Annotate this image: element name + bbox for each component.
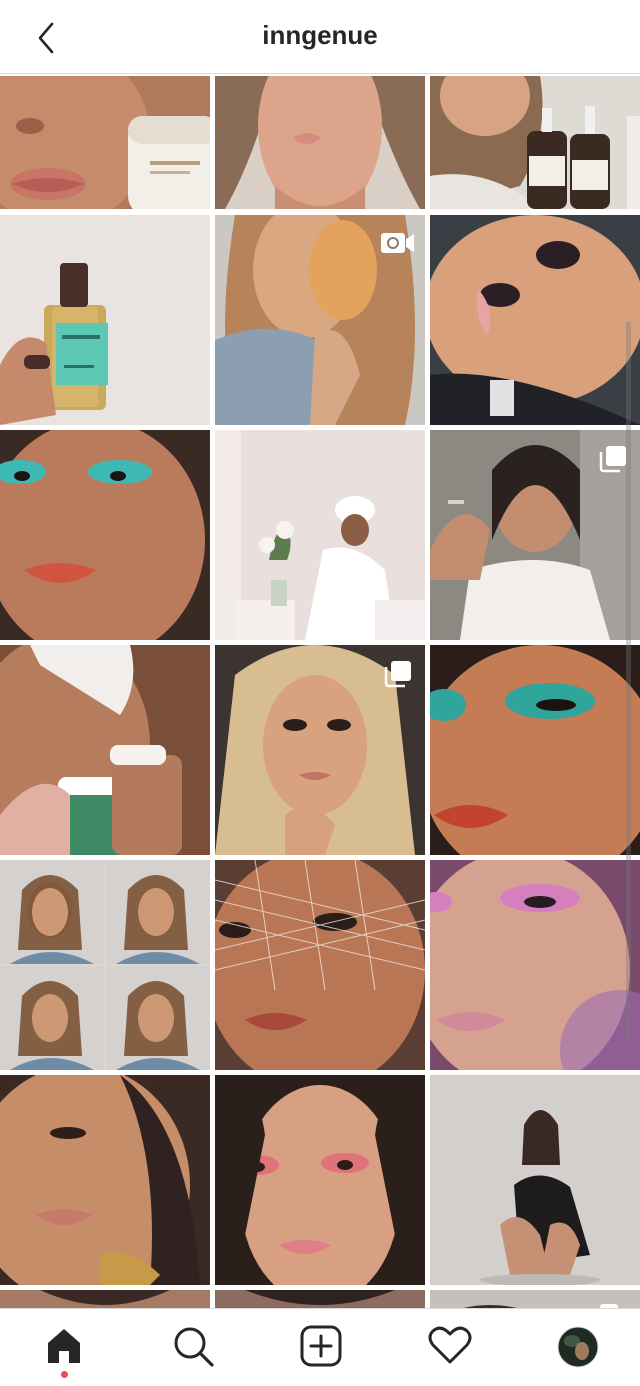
notification-dot — [61, 1371, 68, 1378]
post-thumbnail[interactable] — [430, 1075, 640, 1285]
post-thumbnail[interactable] — [0, 76, 210, 209]
posts-grid — [0, 76, 640, 1308]
heart-icon — [428, 1326, 472, 1364]
carousel-icon — [384, 661, 411, 688]
post-thumbnail[interactable] — [215, 645, 425, 855]
search-icon — [174, 1327, 214, 1367]
post-thumbnail[interactable] — [430, 76, 640, 209]
post-thumbnail[interactable] — [0, 430, 210, 640]
post-thumbnail[interactable] — [215, 430, 425, 640]
home-icon — [48, 1329, 80, 1363]
tab-search[interactable] — [160, 1321, 224, 1377]
carousel-badge — [383, 659, 413, 689]
top-bar: inngenue — [0, 0, 640, 74]
post-thumbnail[interactable] — [0, 645, 210, 855]
post-thumbnail[interactable] — [0, 1075, 210, 1285]
post-thumbnail[interactable] — [430, 1290, 640, 1308]
post-thumbnail[interactable] — [215, 1075, 425, 1285]
tab-profile[interactable] — [544, 1321, 608, 1377]
post-thumbnail[interactable] — [0, 215, 210, 425]
scrollbar[interactable] — [626, 321, 631, 1041]
post-thumbnail[interactable] — [430, 860, 640, 1070]
post-thumbnail[interactable] — [215, 76, 425, 209]
post-thumbnail[interactable] — [430, 215, 640, 425]
igtv-video-icon — [381, 233, 414, 253]
carousel-badge — [598, 444, 628, 474]
tab-home[interactable] — [32, 1321, 96, 1378]
post-thumbnail[interactable] — [215, 1290, 425, 1308]
tab-new-post[interactable] — [288, 1321, 352, 1377]
avatar — [557, 1326, 599, 1368]
tab-activity[interactable] — [416, 1321, 480, 1377]
carousel-icon — [599, 446, 626, 473]
post-thumbnail[interactable] — [0, 860, 210, 1070]
post-thumbnail[interactable] — [0, 1290, 210, 1308]
bottom-tab-bar — [0, 1308, 640, 1386]
profile-username: inngenue — [262, 20, 378, 50]
igtv-video-badge — [380, 228, 416, 256]
post-thumbnail[interactable] — [215, 860, 425, 1070]
plus-square-icon — [300, 1325, 342, 1367]
post-thumbnail[interactable] — [215, 215, 425, 425]
post-thumbnail[interactable] — [430, 645, 640, 855]
post-thumbnail[interactable] — [430, 430, 640, 640]
